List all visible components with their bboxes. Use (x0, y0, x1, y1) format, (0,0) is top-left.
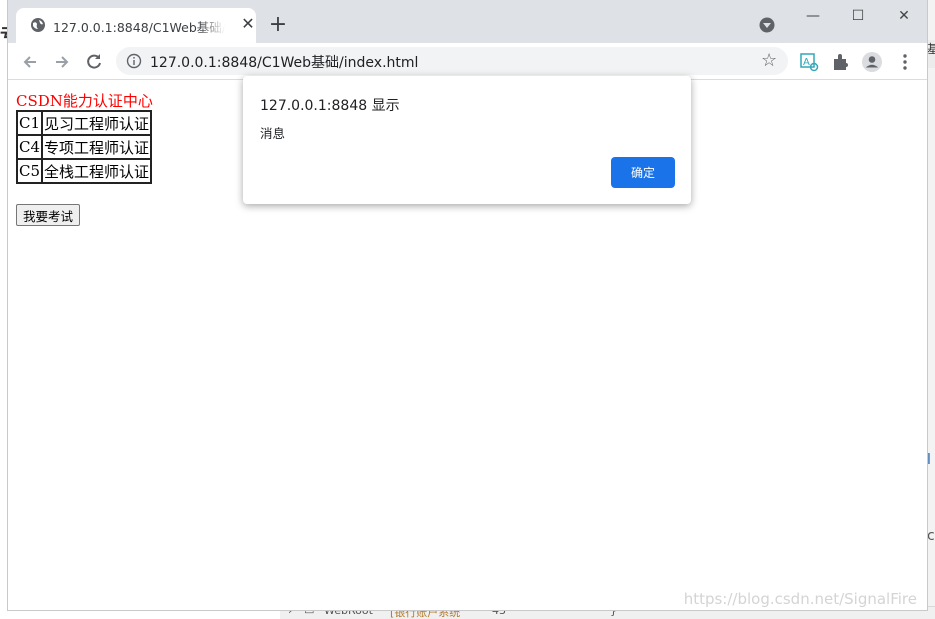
browser-toolbar: 127.0.0.1:8848/C1Web基础/index.html ☆ A (8, 43, 927, 80)
extensions-puzzle-icon[interactable] (830, 51, 852, 73)
maximize-button[interactable]: ☐ (843, 6, 873, 26)
address-url[interactable]: 127.0.0.1:8848/C1Web基础/index.html (150, 52, 418, 72)
browser-tab[interactable]: 127.0.0.1:8848/C1Web基础/index.html ✕ (16, 8, 256, 43)
alert-dialog: 127.0.0.1:8848 显示 消息 确定 (243, 76, 691, 204)
kebab-menu-icon[interactable] (894, 51, 916, 73)
tab-close-icon[interactable]: ✕ (238, 14, 258, 34)
tab-search-icon[interactable] (758, 16, 776, 34)
certification-table: C1 见习工程师认证 C4 专项工程师认证 C5 全栈工程师认证 (16, 110, 153, 184)
svg-text:A: A (803, 57, 810, 68)
table-row: C4 专项工程师认证 (17, 135, 152, 159)
background-window-glyph: 亏 (0, 22, 8, 42)
close-window-button[interactable]: ✕ (889, 6, 919, 26)
browser-titlebar: 127.0.0.1:8848/C1Web基础/index.html ✕ + — … (8, 0, 927, 43)
minimize-button[interactable]: — (798, 6, 828, 26)
address-bar[interactable]: 127.0.0.1:8848/C1Web基础/index.html ☆ (116, 47, 788, 75)
bookmark-star-icon[interactable]: ☆ (761, 51, 777, 71)
background-ide-text: l (927, 452, 931, 468)
table-row: C1 见习工程师认证 (17, 111, 152, 135)
browser-window: 127.0.0.1:8848/C1Web基础/index.html ✕ + — … (8, 0, 927, 610)
cert-name-cell: 见习工程师认证 (42, 111, 152, 135)
table-row: C5 全栈工程师认证 (17, 159, 152, 183)
background-ide-strip (927, 0, 935, 618)
cert-name-cell: 专项工程师认证 (42, 135, 152, 159)
cert-code-cell: C5 (17, 159, 43, 183)
globe-icon (31, 18, 45, 32)
back-arrow-icon[interactable] (19, 51, 41, 73)
reload-icon[interactable] (83, 51, 105, 73)
dialog-ok-button[interactable]: 确定 (611, 157, 675, 188)
page-heading: CSDN能力认证中心 (16, 92, 153, 110)
profile-avatar-icon[interactable] (861, 51, 883, 73)
watermark: https://blog.csdn.net/SignalFire (683, 590, 917, 608)
forward-arrow-icon[interactable] (51, 51, 73, 73)
translate-icon[interactable]: A (798, 51, 820, 73)
background-ide-tab: 基 (927, 40, 935, 68)
take-exam-button[interactable]: 我要考试 (16, 204, 81, 226)
tab-title: 127.0.0.1:8848/C1Web基础/index.html (53, 20, 225, 35)
new-tab-button[interactable]: + (267, 14, 289, 36)
cert-code-cell: C4 (17, 135, 43, 159)
info-icon[interactable] (126, 53, 142, 69)
dialog-message: 消息 (260, 126, 286, 141)
cert-code-cell: C1 (17, 111, 43, 135)
cert-name-cell: 全栈工程师认证 (42, 159, 152, 183)
dialog-title: 127.0.0.1:8848 显示 (260, 98, 400, 114)
background-ide-text-2: c (927, 528, 935, 544)
